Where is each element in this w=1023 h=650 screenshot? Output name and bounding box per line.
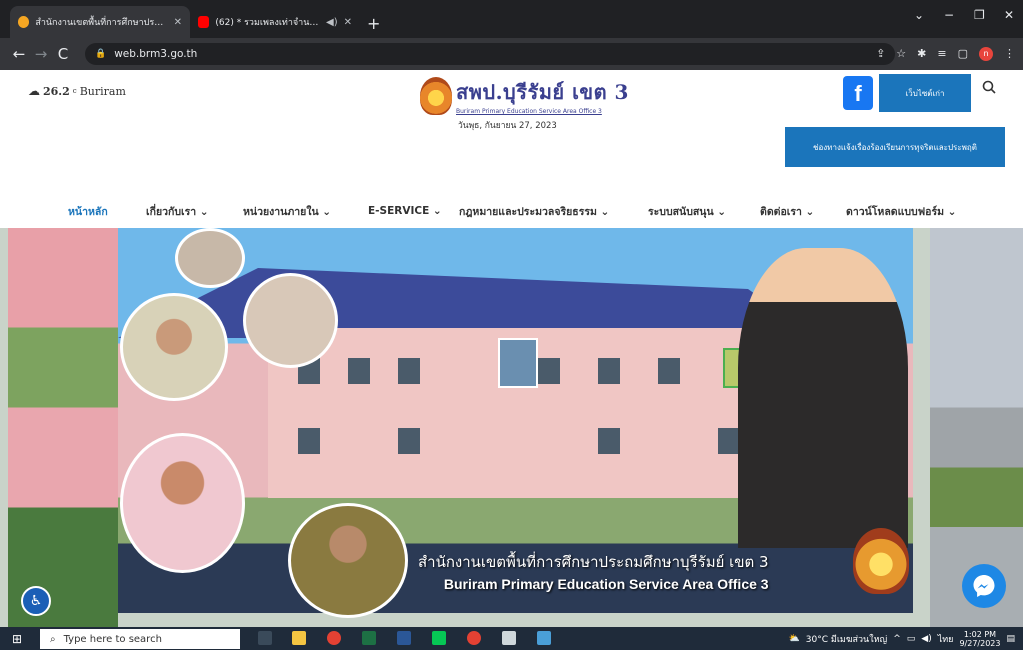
site-favicon-icon: [18, 16, 30, 28]
tab-title: (62) * รวมเพลงเท่าจำนวนนับยุค 8: [215, 18, 321, 28]
address-bar[interactable]: 🔒 web.brm3.go.th: [85, 43, 895, 65]
messenger-chat-button[interactable]: [962, 564, 1006, 608]
settings-gear-icon[interactable]: [502, 631, 516, 645]
main-navigation: หน้าหลัก เกี่ยวกับเรา ⌄ หน่วยงานภายใน ⌄ …: [0, 200, 1023, 222]
clock-date: 9/27/2023: [959, 639, 1001, 648]
system-tray: ⛅ 30°C มีเมฆส่วนใหญ่ ^ ▭ ◀) ไทย 1:02 PM …: [789, 630, 1015, 648]
caption-thai: สำนักงานเขตพื้นที่การศึกษาประถมศึกษาบุรี…: [418, 553, 769, 571]
side-panel-icon[interactable]: ▢: [958, 47, 968, 61]
photos-icon[interactable]: [537, 631, 551, 645]
youtube-favicon-icon: [198, 16, 210, 28]
url-text: web.brm3.go.th: [114, 48, 198, 60]
taskbar-clock[interactable]: 1:02 PM 9/27/2023: [959, 630, 1000, 648]
nav-home[interactable]: หน้าหลัก: [68, 203, 108, 220]
windows-start-icon[interactable]: ⊞: [12, 632, 22, 646]
website-page: ☁ 26.2 c Buriram สพป.บุรีรัมย์ เขต 3 Bur…: [0, 70, 1023, 627]
lock-icon: 🔒: [95, 49, 107, 59]
school-building: [268, 328, 808, 498]
volume-icon[interactable]: ◀): [921, 634, 931, 644]
cloud-sun-icon: ☁: [28, 84, 40, 98]
line-icon[interactable]: [432, 631, 446, 645]
office-seal-icon: [420, 76, 452, 115]
close-tab-icon[interactable]: ✕: [344, 17, 352, 28]
nav-law-ethics[interactable]: กฎหมายและประมวลจริยธรรม ⌄: [459, 203, 609, 220]
share-icon[interactable]: ⇪: [876, 47, 885, 61]
chevron-up-icon[interactable]: ^: [893, 634, 901, 644]
temperature: 26.2: [43, 84, 70, 98]
nav-eservice[interactable]: E-SERVICE ⌄: [368, 205, 442, 217]
word-icon[interactable]: [397, 631, 411, 645]
old-website-button[interactable]: เว็บไซต์เก่า: [879, 74, 971, 112]
current-date: วันพุธ, กันยายน 27, 2023: [458, 121, 557, 131]
prev-slide-image: [8, 228, 118, 627]
audio-icon[interactable]: ◀): [326, 17, 338, 28]
notifications-icon[interactable]: ▤: [1006, 634, 1015, 644]
teacher-photo-circle: [288, 503, 408, 618]
staff-photo-circle: [175, 228, 245, 288]
weather-tray-icon[interactable]: ⛅: [789, 634, 800, 644]
nav-departments[interactable]: หน่วยงานภายใน ⌄: [243, 203, 331, 220]
close-window-icon[interactable]: ✕: [1004, 8, 1014, 22]
excel-icon[interactable]: [362, 631, 376, 645]
taskbar-search-placeholder: Type here to search: [63, 633, 162, 645]
complaint-report-button[interactable]: ช่องทางแจ้งเรื่องร้องเรียนการทุจริตและปร…: [785, 127, 1005, 167]
search-icon: ⌕: [50, 633, 56, 645]
facebook-icon[interactable]: f: [843, 76, 873, 110]
nav-download-forms[interactable]: ดาวน์โหลดแบบฟอร์ม ⌄: [846, 203, 956, 220]
speaker-photo-circle: [120, 433, 245, 573]
windows-taskbar: ⊞ ⌕ Type here to search ⛅ 30°C มีเมฆส่วน…: [0, 627, 1023, 650]
chrome-icon[interactable]: [327, 631, 341, 645]
reading-list-icon[interactable]: ≡: [937, 47, 946, 61]
official-photo-circle: [120, 293, 228, 401]
site-logo[interactable]: สพป.บุรีรัมย์ เขต 3 Buriram Primary Educ…: [420, 76, 629, 115]
nav-about[interactable]: เกี่ยวกับเรา ⌄: [146, 203, 209, 220]
menu-kebab-icon[interactable]: ⋮: [1004, 47, 1015, 61]
logo-title: สพป.บุรีรัมย์ เขต 3: [456, 80, 629, 104]
new-tab-button[interactable]: +: [367, 14, 380, 33]
browser-toolbar: ← → C 🔒 web.brm3.go.th ⇪ ☆ ✱ ≡ ▢ n ⋮: [0, 38, 1023, 70]
hero-carousel[interactable]: สำนักงานเขตพื้นที่การศึกษาประถมศึกษาบุรี…: [0, 228, 1023, 627]
caption-english: Buriram Primary Education Service Area O…: [443, 576, 769, 592]
restore-icon[interactable]: ❐: [974, 8, 985, 22]
task-view-icon[interactable]: [258, 631, 272, 645]
tab-search-icon[interactable]: ⌄: [914, 8, 924, 22]
bookmark-star-icon[interactable]: ☆: [896, 47, 906, 61]
taskbar-search-box[interactable]: ⌕ Type here to search: [40, 629, 240, 649]
city-name: Buriram: [79, 84, 126, 98]
forward-icon[interactable]: →: [30, 45, 52, 63]
browser-tab-strip: สำนักงานเขตพื้นที่การศึกษาประถมศึ ✕ (62)…: [0, 0, 1023, 38]
minimize-icon[interactable]: −: [944, 8, 954, 22]
accessibility-icon[interactable]: ♿: [21, 586, 51, 616]
search-icon[interactable]: [982, 80, 996, 94]
extensions-puzzle-icon[interactable]: ✱: [917, 47, 926, 61]
messenger-icon: [973, 575, 995, 597]
close-tab-icon[interactable]: ✕: [174, 17, 182, 28]
file-explorer-icon[interactable]: [292, 631, 306, 645]
profile-avatar[interactable]: n: [979, 47, 993, 61]
office-seal-icon: [853, 528, 909, 594]
clock-time: 1:02 PM: [963, 630, 997, 639]
network-icon[interactable]: ▭: [907, 634, 916, 644]
director-portrait: [738, 248, 908, 548]
reload-icon[interactable]: C: [52, 45, 74, 63]
nav-contact[interactable]: ติดต่อเรา ⌄: [760, 203, 814, 220]
temp-unit: c: [72, 87, 77, 95]
hero-slide-image: สำนักงานเขตพื้นที่การศึกษาประถมศึกษาบุรี…: [118, 228, 913, 618]
logo-subtitle: Buriram Primary Education Service Area O…: [456, 108, 602, 115]
banner-caption: สำนักงานเขตพื้นที่การศึกษาประถมศึกษาบุรี…: [418, 550, 769, 592]
meeting-photo-circle: [243, 273, 338, 368]
browser-tab[interactable]: (62) * รวมเพลงเท่าจำนวนนับยุค 8 ◀) ✕: [190, 6, 360, 38]
chrome-profile-icon[interactable]: [467, 631, 481, 645]
extension-icons: ⇪ ☆ ✱ ≡ ▢ n ⋮: [876, 47, 1015, 61]
browser-tab-active[interactable]: สำนักงานเขตพื้นที่การศึกษาประถมศึ ✕: [10, 6, 190, 38]
weather-widget: ☁ 26.2 c Buriram: [28, 84, 126, 98]
tab-title: สำนักงานเขตพื้นที่การศึกษาประถมศึ: [35, 18, 168, 28]
back-icon[interactable]: ←: [8, 45, 30, 63]
nav-support[interactable]: ระบบสนับสนุน ⌄: [648, 203, 726, 220]
language-indicator[interactable]: ไทย: [938, 632, 954, 646]
tray-weather-text[interactable]: 30°C มีเมฆส่วนใหญ่: [806, 632, 887, 646]
